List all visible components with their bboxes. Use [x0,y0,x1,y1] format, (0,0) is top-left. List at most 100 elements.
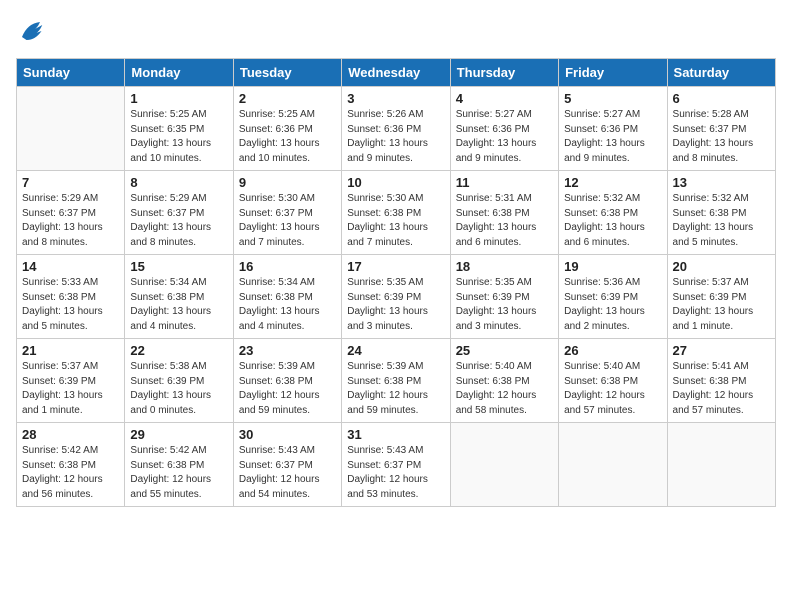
day-info: Sunrise: 5:32 AMSunset: 6:38 PMDaylight:… [673,192,770,250]
day-info: Sunrise: 5:37 AMSunset: 6:39 PMDaylight:… [22,360,119,418]
calendar-cell: 27 Sunrise: 5:41 AMSunset: 6:38 PMDayligh… [667,339,775,423]
day-number: 20 [673,259,770,274]
calendar-cell: 21 Sunrise: 5:37 AMSunset: 6:39 PMDayligh… [17,339,125,423]
day-info: Sunrise: 5:35 AMSunset: 6:39 PMDaylight:… [347,276,444,334]
day-info: Sunrise: 5:41 AMSunset: 6:38 PMDaylight:… [673,360,770,418]
day-number: 22 [130,343,227,358]
day-number: 3 [347,91,444,106]
calendar-cell [667,423,775,507]
column-header-tuesday: Tuesday [233,59,341,87]
day-info: Sunrise: 5:34 AMSunset: 6:38 PMDaylight:… [130,276,227,334]
day-number: 15 [130,259,227,274]
day-info: Sunrise: 5:33 AMSunset: 6:38 PMDaylight:… [22,276,119,334]
day-info: Sunrise: 5:29 AMSunset: 6:37 PMDaylight:… [22,192,119,250]
day-info: Sunrise: 5:27 AMSunset: 6:36 PMDaylight:… [456,108,553,166]
page-header [16,16,776,46]
day-info: Sunrise: 5:38 AMSunset: 6:39 PMDaylight:… [130,360,227,418]
calendar-cell: 16 Sunrise: 5:34 AMSunset: 6:38 PMDayligh… [233,255,341,339]
day-number: 27 [673,343,770,358]
day-info: Sunrise: 5:34 AMSunset: 6:38 PMDaylight:… [239,276,336,334]
calendar-cell: 25 Sunrise: 5:40 AMSunset: 6:38 PMDayligh… [450,339,558,423]
day-info: Sunrise: 5:26 AMSunset: 6:36 PMDaylight:… [347,108,444,166]
calendar-table: SundayMondayTuesdayWednesdayThursdayFrid… [16,58,776,507]
calendar-cell: 26 Sunrise: 5:40 AMSunset: 6:38 PMDayligh… [559,339,667,423]
day-info: Sunrise: 5:25 AMSunset: 6:35 PMDaylight:… [130,108,227,166]
calendar-cell: 28Sunrise: 5:42 AMSunset: 6:38 PMDayligh… [17,423,125,507]
day-info: Sunrise: 5:36 AMSunset: 6:39 PMDaylight:… [564,276,661,334]
calendar-cell [559,423,667,507]
day-info: Sunrise: 5:40 AMSunset: 6:38 PMDaylight:… [456,360,553,418]
day-info: Sunrise: 5:43 AMSunset: 6:37 PMDaylight:… [239,444,336,502]
calendar-cell: 8 Sunrise: 5:29 AMSunset: 6:37 PMDaylight… [125,171,233,255]
day-info: Sunrise: 5:30 AMSunset: 6:38 PMDaylight:… [347,192,444,250]
calendar-cell: 15 Sunrise: 5:34 AMSunset: 6:38 PMDayligh… [125,255,233,339]
day-number: 29 [130,427,227,442]
calendar-cell: 6 Sunrise: 5:28 AMSunset: 6:37 PMDaylight… [667,87,775,171]
day-number: 14 [22,259,119,274]
day-info: Sunrise: 5:28 AMSunset: 6:37 PMDaylight:… [673,108,770,166]
day-number: 9 [239,175,336,190]
day-number: 5 [564,91,661,106]
calendar-cell: 19 Sunrise: 5:36 AMSunset: 6:39 PMDayligh… [559,255,667,339]
calendar-cell: 18 Sunrise: 5:35 AMSunset: 6:39 PMDayligh… [450,255,558,339]
day-number: 1 [130,91,227,106]
day-number: 13 [673,175,770,190]
calendar-cell: 9 Sunrise: 5:30 AMSunset: 6:37 PMDaylight… [233,171,341,255]
day-info: Sunrise: 5:29 AMSunset: 6:37 PMDaylight:… [130,192,227,250]
day-number: 4 [456,91,553,106]
calendar-week-row: 7 Sunrise: 5:29 AMSunset: 6:37 PMDaylight… [17,171,776,255]
column-header-thursday: Thursday [450,59,558,87]
calendar-cell: 14 Sunrise: 5:33 AMSunset: 6:38 PMDayligh… [17,255,125,339]
calendar-cell: 17 Sunrise: 5:35 AMSunset: 6:39 PMDayligh… [342,255,450,339]
day-number: 17 [347,259,444,274]
calendar-cell: 12 Sunrise: 5:32 AMSunset: 6:38 PMDayligh… [559,171,667,255]
calendar-cell: 1 Sunrise: 5:25 AMSunset: 6:35 PMDaylight… [125,87,233,171]
calendar-week-row: 21 Sunrise: 5:37 AMSunset: 6:39 PMDayligh… [17,339,776,423]
day-info: Sunrise: 5:42 AMSunset: 6:38 PMDaylight:… [130,444,227,502]
day-number: 28 [22,427,119,442]
day-number: 23 [239,343,336,358]
column-header-wednesday: Wednesday [342,59,450,87]
column-header-sunday: Sunday [17,59,125,87]
day-number: 8 [130,175,227,190]
calendar-header-row: SundayMondayTuesdayWednesdayThursdayFrid… [17,59,776,87]
day-number: 19 [564,259,661,274]
day-number: 30 [239,427,336,442]
day-number: 2 [239,91,336,106]
day-number: 26 [564,343,661,358]
day-info: Sunrise: 5:27 AMSunset: 6:36 PMDaylight:… [564,108,661,166]
day-number: 6 [673,91,770,106]
calendar-cell: 5 Sunrise: 5:27 AMSunset: 6:36 PMDaylight… [559,87,667,171]
logo [16,16,50,46]
day-number: 18 [456,259,553,274]
day-number: 16 [239,259,336,274]
calendar-cell: 4 Sunrise: 5:27 AMSunset: 6:36 PMDaylight… [450,87,558,171]
calendar-week-row: 28 Sunrise: 5:42 AMSunset: 6:38 PMDayligh… [17,423,776,507]
calendar-cell: 30 Sunrise: 5:43 AMSunset: 6:37 PMDayligh… [233,423,341,507]
calendar-cell [450,423,558,507]
day-info: Sunrise: 5:32 AMSunset: 6:38 PMDaylight:… [564,192,661,250]
calendar-cell: 3 Sunrise: 5:26 AMSunset: 6:36 PMDaylight… [342,87,450,171]
calendar-cell: 20 Sunrise: 5:37 AMSunset: 6:39 PMDayligh… [667,255,775,339]
day-info: Sunrise: 5:40 AMSunset: 6:38 PMDaylight:… [564,360,661,418]
calendar-cell: 24 Sunrise: 5:39 AMSunset: 6:38 PMDayligh… [342,339,450,423]
day-number: 24 [347,343,444,358]
day-info: Sunrise: 5:30 AMSunset: 6:37 PMDaylight:… [239,192,336,250]
day-number: 25 [456,343,553,358]
day-number: 7 [22,175,119,190]
day-info: Sunrise: 5:31 AMSunset: 6:38 PMDaylight:… [456,192,553,250]
day-info: Sunrise: 5:37 AMSunset: 6:39 PMDaylight:… [673,276,770,334]
calendar-week-row: 14 Sunrise: 5:33 AMSunset: 6:38 PMDayligh… [17,255,776,339]
day-number: 12 [564,175,661,190]
day-info: Sunrise: 5:43 AMSunset: 6:37 PMDaylight:… [347,444,444,502]
day-info: Sunrise: 5:25 AMSunset: 6:36 PMDaylight:… [239,108,336,166]
calendar-cell: 10Sunrise: 5:30 AMSunset: 6:38 PMDayligh… [342,171,450,255]
calendar-cell: 22 Sunrise: 5:38 AMSunset: 6:39 PMDayligh… [125,339,233,423]
day-number: 21 [22,343,119,358]
calendar-cell: 11 Sunrise: 5:31 AMSunset: 6:38 PMDayligh… [450,171,558,255]
calendar-cell: 23Sunrise: 5:39 AMSunset: 6:38 PMDayligh… [233,339,341,423]
calendar-cell: 31Sunrise: 5:43 AMSunset: 6:37 PMDayligh… [342,423,450,507]
day-number: 11 [456,175,553,190]
day-info: Sunrise: 5:35 AMSunset: 6:39 PMDaylight:… [456,276,553,334]
day-info: Sunrise: 5:39 AMSunset: 6:38 PMDaylight:… [347,360,444,418]
